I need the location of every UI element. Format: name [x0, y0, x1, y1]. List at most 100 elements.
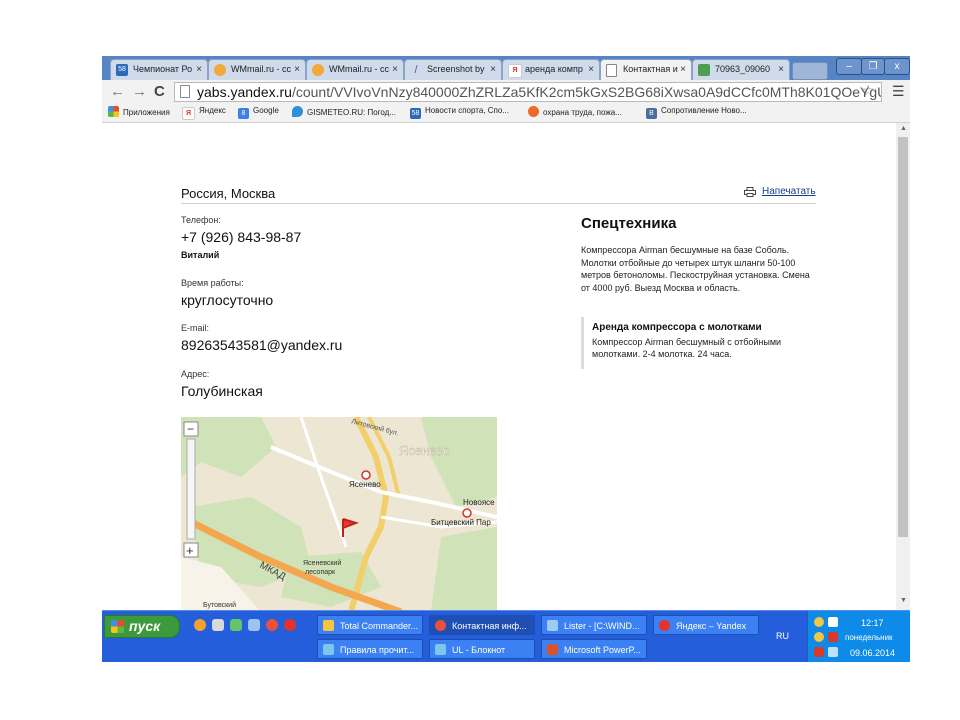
windows-logo-icon [111, 620, 124, 633]
quicklaunch-icon[interactable] [212, 619, 224, 631]
taskbar-button[interactable]: Контактная инф... [429, 615, 535, 635]
taskbar-button[interactable]: Правила прочит... [317, 639, 423, 659]
tab-strip: 58 Чемпионат Ро × WMmail.ru - сс × WMmai… [102, 56, 910, 80]
page-content: Россия, Москва Напечатать Телефон: +7 (9… [102, 123, 896, 610]
map-label-district: Ясенево [399, 443, 451, 458]
email-value[interactable]: 89263543581@yandex.ru [181, 337, 342, 353]
close-tab-icon[interactable]: × [392, 64, 398, 75]
bookmark-label: Сопротивление Ново... [661, 106, 747, 115]
restore-button[interactable]: ❐ [861, 58, 885, 75]
tab-wmmail-1[interactable]: WMmail.ru - сс × [208, 59, 306, 80]
yandex-icon: Я [182, 107, 195, 120]
app-icon [547, 644, 558, 655]
hours-value: круглосуточно [181, 292, 274, 308]
address-bar[interactable]: yabs.yandex.ru/count/VVIvoVnNzy840000ZhZ… [174, 82, 882, 102]
forest-area [431, 527, 497, 610]
bookmark-apps[interactable]: Приложения [108, 106, 170, 117]
tab-contact-info[interactable]: Контактная и × [600, 59, 692, 80]
bookmark-sports[interactable]: 58 Новости спорта, Спо... [410, 106, 509, 119]
close-tab-icon[interactable]: × [588, 64, 594, 75]
close-window-button[interactable]: x [884, 58, 910, 75]
bookmark-yandex[interactable]: Я Яндекс [182, 106, 226, 120]
volume-icon[interactable] [828, 632, 838, 642]
taskbar-button-label: Яндекс – Yandex [676, 621, 747, 631]
phone-label: Телефон: [181, 215, 221, 225]
taskbar-button[interactable]: Total Commander... [317, 615, 423, 635]
reload-icon[interactable]: C [154, 83, 165, 100]
tab-label: WMmail.ru - сс [231, 64, 291, 74]
quicklaunch-icon[interactable] [248, 619, 260, 631]
scrollbar-thumb[interactable] [898, 137, 908, 537]
bookmark-safety[interactable]: охрана труда, пожа... [528, 106, 622, 117]
company-title: Спецтехника [581, 215, 677, 232]
ad-title[interactable]: Аренда компрессора с молотками [592, 322, 762, 333]
bookmark-google[interactable]: 8 Google [238, 106, 279, 119]
wmmail-icon [214, 64, 226, 76]
clock-weekday: понедельник [845, 633, 893, 642]
bookmark-label: Google [253, 106, 279, 115]
taskbar-button[interactable]: Microsoft PowerP... [541, 639, 647, 659]
scroll-up-arrow-icon[interactable]: ▲ [900, 125, 907, 132]
taskbar-button-label: Правила прочит... [340, 645, 415, 655]
printer-icon[interactable] [744, 187, 756, 197]
app-icon [547, 620, 558, 631]
start-label: пуск [129, 618, 161, 634]
tab-label: аренда компр [525, 64, 583, 74]
address-label: Адрес: [181, 369, 210, 379]
taskbar-button-label: Контактная инф... [452, 621, 527, 631]
taskbar-button[interactable]: Lister - [C:\WIND... [541, 615, 647, 635]
browser-toolbar: ← → C yabs.yandex.ru/count/VVIvoVnNzy840… [102, 80, 910, 104]
menu-icon[interactable]: ☰ [892, 83, 905, 100]
metro-icon[interactable] [462, 508, 472, 518]
fire-icon [528, 106, 539, 117]
quicklaunch-icon[interactable] [230, 619, 242, 631]
metro-icon[interactable] [361, 470, 371, 480]
tab-rent-compressor[interactable]: Я аренда компр × [502, 59, 600, 80]
close-tab-icon[interactable]: × [196, 64, 202, 75]
taskbar-button[interactable]: UL - Блокнот [429, 639, 535, 659]
close-tab-icon[interactable]: × [490, 64, 496, 75]
zoom-in-label: + [186, 543, 194, 558]
app-icon [659, 620, 670, 631]
forward-arrow-icon[interactable]: → [132, 83, 147, 100]
close-tab-icon[interactable]: × [778, 64, 784, 75]
start-button[interactable]: пуск [104, 615, 180, 638]
map[interactable]: Ясенево Ясенево Новоясе Битцевский Пар М… [181, 417, 497, 610]
scroll-down-arrow-icon[interactable]: ▼ [900, 597, 907, 604]
new-tab-button[interactable] [792, 62, 828, 80]
tray-app-icon[interactable] [814, 632, 824, 642]
app-icon [435, 644, 446, 655]
vk-icon: В [646, 108, 657, 119]
tab-sports-ru[interactable]: 58 Чемпионат Ро × [110, 59, 208, 80]
tab-image[interactable]: 70963_09060 × [692, 59, 790, 80]
map-canvas[interactable]: Ясенево Ясенево Новоясе Битцевский Пар М… [181, 417, 497, 610]
url-path: /count/VVIvoVnNzy840000ZhZRLZa5KfK2cm5kG… [291, 84, 881, 100]
quicklaunch-icon[interactable] [284, 619, 296, 631]
clock-time[interactable]: 12:17 [861, 618, 884, 628]
zoom-slider-track[interactable] [186, 438, 196, 540]
minimize-button[interactable]: – [836, 58, 862, 75]
quicklaunch-icon[interactable] [266, 619, 278, 631]
bookmark-gismeteo[interactable]: GISMETEO.RU: Погод... [292, 106, 396, 117]
map-label-park-2: лесопарк [305, 569, 336, 576]
tab-wmmail-2[interactable]: WMmail.ru - сс × [306, 59, 404, 80]
sports-ru-icon: 58 [116, 64, 128, 76]
language-indicator[interactable]: RU [776, 631, 789, 641]
vertical-scrollbar[interactable]: ▲ ▼ [896, 123, 910, 610]
print-link[interactable]: Напечатать [762, 186, 816, 197]
bookmark-vk[interactable]: В Сопротивление Ново... [646, 106, 747, 119]
messenger-icon[interactable] [814, 617, 824, 627]
quicklaunch-icon[interactable] [194, 619, 206, 631]
tab-label: 70963_09060 [715, 64, 771, 74]
tab-screenshot[interactable]: / Screenshot by × [404, 59, 502, 80]
map-label-park-1: Ясеневский [303, 559, 341, 567]
heading-divider [181, 203, 816, 204]
back-arrow-icon[interactable]: ← [110, 83, 125, 100]
close-tab-icon[interactable]: × [680, 64, 686, 75]
network-icon[interactable] [828, 617, 838, 627]
display-icon[interactable] [828, 647, 838, 657]
antivirus-icon[interactable] [814, 647, 824, 657]
close-tab-icon[interactable]: × [294, 64, 300, 75]
bookmark-star-icon[interactable]: ☆ [862, 82, 875, 99]
taskbar-button[interactable]: Яндекс – Yandex [653, 615, 759, 635]
